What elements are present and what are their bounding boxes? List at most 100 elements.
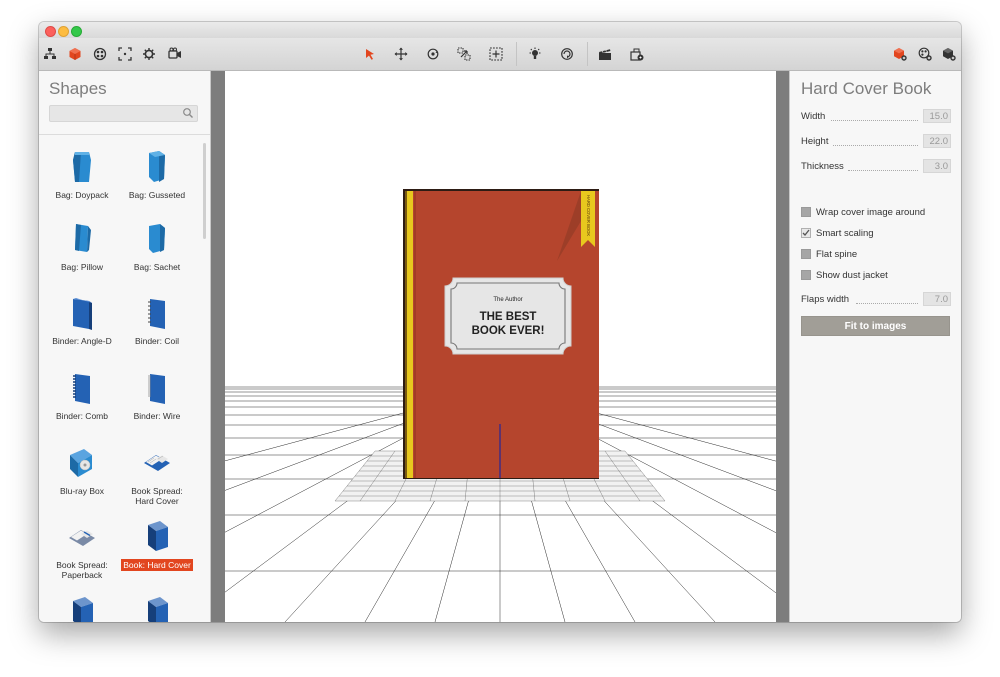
shape-item-bag-pillow[interactable]: Bag: Pillow [44, 221, 120, 275]
render-button[interactable] [627, 44, 647, 64]
add-object-button[interactable] [939, 44, 959, 64]
camera-button[interactable] [165, 44, 185, 64]
shape-label: Binder: Comb [56, 411, 108, 421]
animation-button[interactable] [595, 44, 615, 64]
properties-panel: Hard Cover Book Width Height Thickness W… [789, 71, 961, 622]
settings-button[interactable] [139, 44, 159, 64]
dust-jacket-label: Show dust jacket [816, 270, 888, 281]
shape-label: Book Spread: Paperback [56, 560, 108, 580]
shapes-panel: Shapes Bag: Doypack Bag: Gusseted Bag: P… [39, 71, 211, 622]
book-icon [73, 597, 93, 622]
wrap-cover-option[interactable]: Wrap cover image around [801, 206, 956, 220]
book-spread-hard-icon [144, 455, 170, 471]
app-window: Shapes Bag: Doypack Bag: Gusseted Bag: P… [39, 22, 961, 622]
add-material-icon [918, 47, 932, 61]
shape-label: Bag: Sachet [133, 262, 181, 272]
shape-item-bag-sachet[interactable]: Bag: Sachet [119, 221, 195, 275]
viewport-frame: HARD COVER BOOK The Author THE BEST BOOK… [211, 71, 789, 622]
dust-jacket-option[interactable]: Show dust jacket [801, 269, 956, 283]
light-button[interactable] [525, 44, 545, 64]
orbit-button[interactable] [557, 44, 577, 64]
shapes-search-input[interactable] [52, 106, 177, 121]
3d-viewport[interactable]: HARD COVER BOOK The Author THE BEST BOOK… [225, 71, 776, 622]
flaps-width-label: Flaps width [801, 294, 850, 305]
properties-title: Hard Cover Book [801, 79, 932, 98]
scene-canvas[interactable]: HARD COVER BOOK The Author THE BEST BOOK… [225, 71, 776, 622]
wrap-cover-label: Wrap cover image around [816, 207, 926, 218]
shape-item-binder-wire[interactable]: Binder: Wire [119, 370, 195, 424]
bag-doypack-icon [73, 152, 91, 182]
flaps-width-field[interactable] [923, 292, 951, 306]
shape-label: Bag: Gusseted [128, 190, 186, 200]
shape-item-book-hard-cover[interactable]: Book: Hard Cover [119, 519, 195, 573]
ribbon-text: HARD COVER BOOK [586, 195, 591, 236]
width-row: Width [801, 109, 951, 125]
add-object-icon [943, 48, 956, 61]
scene-hierarchy-button[interactable] [40, 44, 60, 64]
search-icon[interactable] [182, 107, 194, 119]
materials-icon [93, 47, 107, 61]
minimize-window-button[interactable] [58, 26, 69, 37]
book-hard-cover-icon [148, 521, 168, 551]
shapes-button[interactable] [65, 44, 85, 64]
select-tool-button[interactable] [360, 44, 380, 64]
toolbar [39, 38, 961, 71]
shapes-search-field[interactable] [49, 105, 198, 122]
dotted-leader [856, 303, 918, 304]
smart-scaling-checkbox[interactable] [801, 228, 811, 238]
shape-label: Binder: Wire [133, 411, 181, 421]
shape-item-binder-comb[interactable]: Binder: Comb [44, 370, 120, 424]
shape-item-binder-coil[interactable]: Binder: Coil [119, 295, 195, 349]
shape-item-bag-doypack[interactable]: Bag: Doypack [44, 149, 120, 203]
bluray-box-icon [70, 449, 92, 477]
select-arrow-icon [366, 49, 374, 60]
flat-spine-checkbox[interactable] [801, 249, 811, 259]
shape-item-bag-gusseted[interactable]: Bag: Gusseted [119, 149, 195, 203]
bag-gusseted-icon [149, 151, 165, 182]
shape-item-binder-angle-d[interactable]: Binder: Angle-D [44, 295, 120, 349]
smart-scaling-option[interactable]: Smart scaling [801, 227, 956, 241]
add-material-button[interactable] [915, 44, 935, 64]
frame-button[interactable] [115, 44, 135, 64]
shape-list: Bag: Doypack Bag: Gusseted Bag: Pillow B… [39, 135, 202, 622]
dotted-leader [848, 170, 918, 171]
book-model[interactable]: HARD COVER BOOK The Author THE BEST BOOK… [403, 189, 599, 479]
move-tool-button[interactable] [391, 44, 411, 64]
close-window-button[interactable] [45, 26, 56, 37]
book-spread-paperback-icon [69, 530, 95, 546]
shapes-scrollbar[interactable] [203, 143, 206, 239]
materials-button[interactable] [90, 44, 110, 64]
flat-spine-label: Flat spine [816, 249, 858, 260]
height-field[interactable] [923, 134, 951, 148]
move-icon [394, 47, 408, 61]
shape-item-book-spread-paperback[interactable]: Book Spread: Paperback [44, 519, 120, 583]
add-shape-icon [894, 48, 907, 61]
toolbar-divider [587, 42, 588, 66]
flaps-width-row: Flaps width [801, 292, 951, 308]
maximize-window-button[interactable] [71, 26, 82, 37]
shape-item-bluray-box[interactable]: Blu-ray Box [44, 445, 120, 499]
fit-view-button[interactable] [486, 44, 506, 64]
scale-tool-button[interactable] [454, 44, 474, 64]
camera-icon [168, 47, 181, 59]
rotate-tool-button[interactable] [423, 44, 443, 64]
render-icon [630, 48, 644, 61]
dotted-leader [831, 120, 918, 121]
width-field[interactable] [923, 109, 951, 123]
hierarchy-icon [44, 48, 56, 59]
fit-to-images-button[interactable]: Fit to images [801, 316, 950, 336]
toolbar-divider [516, 42, 517, 66]
thickness-field[interactable] [923, 159, 951, 173]
height-label: Height [801, 136, 829, 147]
shape-item-book[interactable] [44, 595, 120, 622]
shape-label: Book Spread: Hard Cover [131, 486, 183, 506]
wrap-cover-checkbox[interactable] [801, 207, 811, 217]
cube-icon [69, 48, 81, 60]
add-shape-button[interactable] [890, 44, 910, 64]
dust-jacket-checkbox[interactable] [801, 270, 811, 280]
clapper-icon [599, 49, 611, 60]
shape-item-book-spread-hard-cover[interactable]: Book Spread: Hard Cover [119, 445, 195, 509]
flat-spine-option[interactable]: Flat spine [801, 248, 956, 262]
shape-item-book[interactable] [119, 595, 195, 622]
fit-view-icon [489, 47, 503, 61]
